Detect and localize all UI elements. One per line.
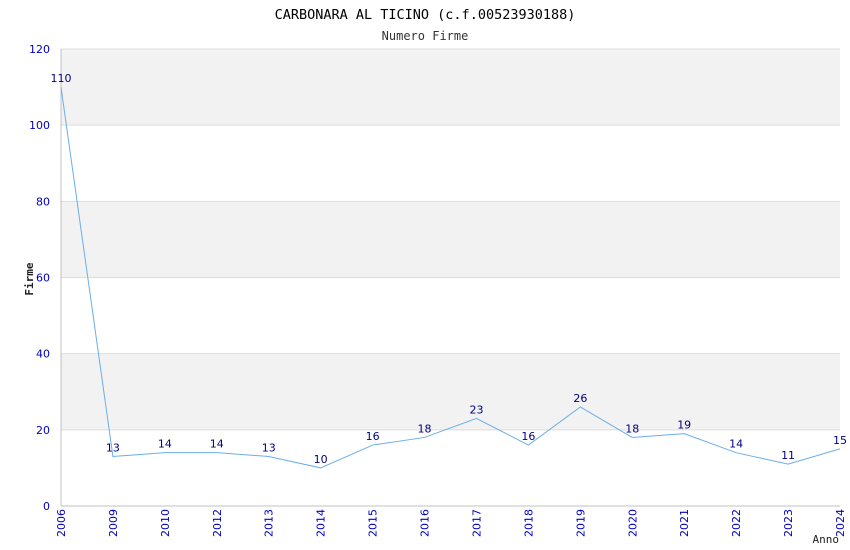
y-tick-label: 20 xyxy=(36,424,50,437)
grid-band xyxy=(61,277,840,354)
x-tick-label: 2006 xyxy=(55,509,68,537)
y-tick-label: 120 xyxy=(29,43,50,56)
data-label: 18 xyxy=(625,422,639,435)
x-tick-label: 2010 xyxy=(159,509,172,537)
y-tick-label: 80 xyxy=(36,195,50,208)
data-label: 15 xyxy=(833,434,847,447)
y-tick-label: 0 xyxy=(43,500,50,513)
grid-band xyxy=(61,49,840,126)
x-tick-label: 2015 xyxy=(367,509,380,537)
y-tick-label: 100 xyxy=(29,119,50,132)
data-label: 14 xyxy=(158,438,172,451)
data-label: 19 xyxy=(677,419,691,432)
grid-band xyxy=(61,201,840,278)
x-tick-label: 2020 xyxy=(626,509,639,537)
data-label: 10 xyxy=(314,453,328,466)
x-tick-label: 2022 xyxy=(730,509,743,537)
x-tick-label: 2016 xyxy=(419,509,432,537)
data-label: 14 xyxy=(210,438,224,451)
data-label: 13 xyxy=(262,441,276,454)
y-tick-label: 40 xyxy=(36,348,50,361)
chart-subtitle: Numero Firme xyxy=(382,29,469,43)
grid-band xyxy=(61,125,840,202)
data-label: 26 xyxy=(573,392,587,405)
data-label: 13 xyxy=(106,441,120,454)
grid-band xyxy=(61,429,840,506)
x-tick-label: 2012 xyxy=(211,509,224,537)
data-label: 16 xyxy=(366,430,380,443)
data-label: 11 xyxy=(781,449,795,462)
x-tick-label: 2018 xyxy=(522,509,535,537)
grid-band xyxy=(61,353,840,430)
chart-title: CARBONARA AL TICINO (c.f.00523930188) xyxy=(275,7,576,23)
x-tick-label: 2017 xyxy=(470,509,483,537)
x-tick-label: 2019 xyxy=(574,509,587,537)
data-label: 23 xyxy=(469,403,483,416)
x-axis-label: Anno xyxy=(813,533,840,546)
x-tick-label: 2023 xyxy=(782,509,795,537)
line-chart: 0 20 40 60 80 100 120 2006 2009 2010 2012 2013 2014… xyxy=(23,7,847,546)
y-axis-label: Firme xyxy=(23,262,36,295)
data-label: 14 xyxy=(729,438,743,451)
x-tick-label: 2013 xyxy=(263,509,276,537)
y-tick-label: 60 xyxy=(36,272,50,285)
x-tick-label: 2014 xyxy=(315,509,328,537)
data-label: 16 xyxy=(521,430,535,443)
data-label: 110 xyxy=(51,72,72,85)
x-tick-label: 2021 xyxy=(678,509,691,537)
x-tick-label: 2009 xyxy=(107,509,120,537)
x-tick-labels: 2006 2009 2010 2012 2013 2014 2015 2016 2017 2018… xyxy=(55,509,847,537)
data-label: 18 xyxy=(418,422,432,435)
